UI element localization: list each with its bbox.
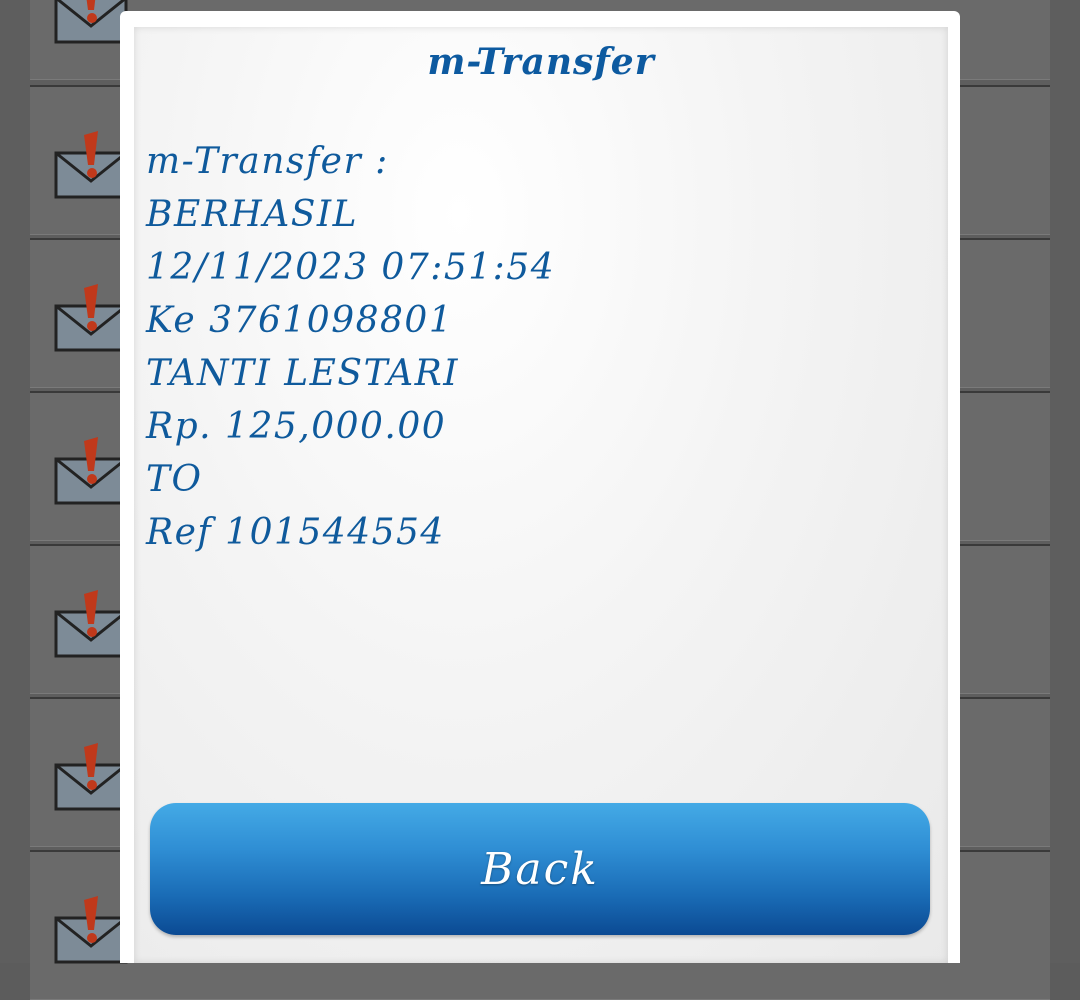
message-body: m-Transfer : BERHASIL 12/11/2023 07:51:5… (146, 135, 926, 559)
message-line-note: TO (146, 459, 203, 500)
dialog-panel: m-Transfer m-Transfer : BERHASIL 12/11/2… (134, 27, 948, 963)
back-button[interactable]: Back (150, 803, 930, 935)
message-line-status: BERHASIL (146, 194, 359, 235)
message-line-datetime: 12/11/2023 07:51:54 (146, 247, 556, 288)
message-line-reference: Ref 101544554 (146, 512, 445, 553)
back-button-label: Back (481, 843, 599, 895)
message-dialog: m-Transfer m-Transfer : BERHASIL 12/11/2… (120, 11, 960, 963)
message-line-amount: Rp. 125,000.00 (146, 406, 447, 447)
message-line-header: m-Transfer : (146, 141, 389, 182)
message-line-recipient: TANTI LESTARI (146, 353, 459, 394)
dialog-title: m-Transfer (427, 41, 655, 83)
message-line-account: Ke 3761098801 (146, 300, 454, 341)
